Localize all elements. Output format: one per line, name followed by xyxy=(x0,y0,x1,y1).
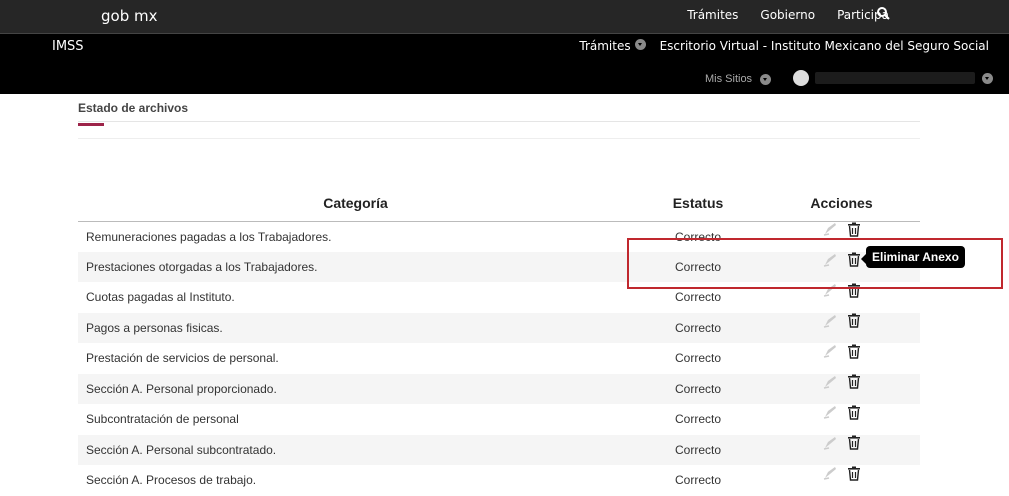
chevron-down-icon xyxy=(760,73,772,85)
table-row: Sección A. Personal proporcionado. Correc… xyxy=(78,373,920,404)
actions-cell xyxy=(763,312,920,343)
status-cell: Correcto xyxy=(633,312,763,343)
files-table: Categoría Estatus Acciones Remuneracione… xyxy=(78,186,920,496)
categoria-cell: Cuotas pagadas al Instituto. xyxy=(86,290,235,305)
trash-icon[interactable] xyxy=(847,374,861,389)
highlight-box xyxy=(627,238,1003,289)
title-accent-bar xyxy=(78,123,104,126)
status-cell: Correcto xyxy=(633,373,763,404)
escritorio-link[interactable]: Escritorio Virtual - Instituto Mexicano … xyxy=(660,39,989,53)
gobmx-logo[interactable]: gob mx xyxy=(101,7,157,25)
trash-icon[interactable] xyxy=(847,435,861,450)
avatar[interactable] xyxy=(793,70,809,86)
status-cell: Correcto xyxy=(674,351,721,366)
sign-pen-icon[interactable] xyxy=(823,222,837,236)
categoria-cell: Remuneraciones pagadas a los Trabajadore… xyxy=(86,229,332,244)
actions-cell xyxy=(763,373,920,404)
user-name-redacted[interactable] xyxy=(815,72,975,84)
mis-sitios-label: Mis Sitios xyxy=(705,73,753,85)
divider xyxy=(78,121,920,122)
actions-cell xyxy=(763,404,920,435)
table-row: Subcontratación de personal Correcto xyxy=(78,404,920,435)
nav-tramites[interactable]: Trámites xyxy=(687,8,738,22)
sub-nav: Trámites Escritorio Virtual - Instituto … xyxy=(579,39,989,53)
table-row: Pagos a personas fisicas. Correcto xyxy=(78,312,920,343)
header-categoria: Categoría xyxy=(78,186,633,222)
sign-pen-icon[interactable] xyxy=(823,466,837,480)
table-row: Sección A. Procesos de trabajo. Correcto xyxy=(78,465,920,496)
chevron-down-icon xyxy=(634,39,646,50)
header-estatus: Estatus xyxy=(633,186,763,222)
nav-gobierno[interactable]: Gobierno xyxy=(760,8,815,22)
trash-icon[interactable] xyxy=(847,405,861,420)
top-nav: Trámites Gobierno Participa xyxy=(687,8,889,22)
trash-icon[interactable] xyxy=(847,466,861,481)
mis-sitios-menu[interactable]: Mis Sitios xyxy=(705,73,772,85)
trash-icon[interactable] xyxy=(847,222,861,237)
status-cell: Correcto xyxy=(674,412,721,427)
tramites-label: Trámites xyxy=(579,39,631,53)
search-icon[interactable] xyxy=(876,6,890,20)
header-acciones: Acciones xyxy=(763,186,920,222)
user-menu-chevron-icon[interactable] xyxy=(982,73,993,84)
status-cell: Correcto xyxy=(633,434,763,465)
categoria-cell: Sección A. Personal subcontratado. xyxy=(78,434,633,465)
actions-cell xyxy=(763,434,920,465)
actions-cell xyxy=(763,465,920,496)
imss-title[interactable]: IMSS xyxy=(52,39,84,54)
categoria-cell: Sección A. Personal proporcionado. xyxy=(78,373,633,404)
table-row: Sección A. Personal subcontratado. Correc… xyxy=(78,434,920,465)
sign-pen-icon[interactable] xyxy=(823,314,837,328)
categoria-cell: Sección A. Procesos de trabajo. xyxy=(86,473,257,488)
categoria-cell: Subcontratación de personal xyxy=(86,412,239,427)
categoria-cell: Prestación de servicios de personal. xyxy=(86,351,279,366)
trash-icon[interactable] xyxy=(847,344,861,359)
actions-cell xyxy=(763,343,920,374)
top-navbar: gob mx Trámites Gobierno Participa xyxy=(0,0,1009,33)
categoria-cell: Prestaciones otorgadas a los Trabajadore… xyxy=(78,251,633,282)
sign-pen-icon[interactable] xyxy=(823,375,837,389)
trash-icon[interactable] xyxy=(847,313,861,328)
divider xyxy=(78,138,920,139)
sub-header: IMSS Trámites Escritorio Virtual - Insti… xyxy=(0,33,1009,94)
sign-pen-icon[interactable] xyxy=(823,405,837,419)
categoria-cell: Pagos a personas fisicas. xyxy=(78,312,633,343)
sign-pen-icon[interactable] xyxy=(823,436,837,450)
sign-pen-icon[interactable] xyxy=(823,344,837,358)
status-cell: Correcto xyxy=(674,473,721,488)
page-title: Estado de archivos xyxy=(78,101,189,115)
table-row: Prestación de servicios de personal. Corr… xyxy=(78,343,920,374)
tramites-menu[interactable]: Trámites xyxy=(579,39,646,53)
